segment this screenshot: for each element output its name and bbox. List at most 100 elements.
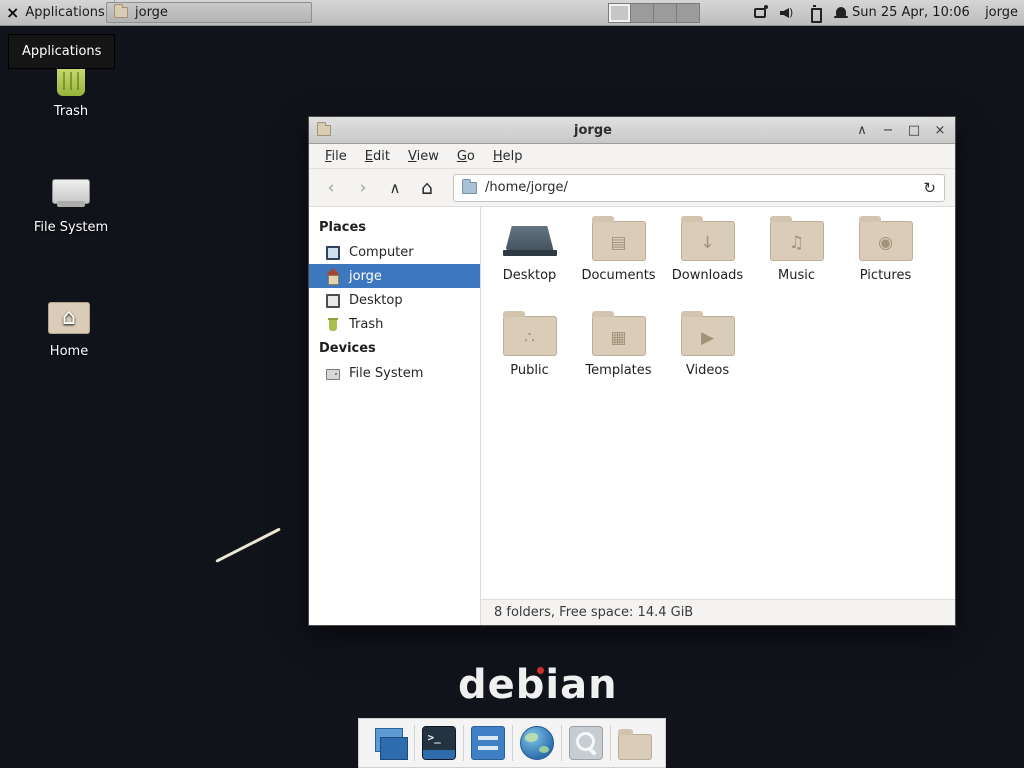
titlebar[interactable]: jorge ∧ − □ × [309, 117, 955, 144]
sidebar-item-label: Desktop [349, 293, 403, 308]
reload-icon[interactable]: ↻ [923, 179, 936, 197]
toolbar: ‹ › ∧ ⌂ /home/jorge/ ↻ [309, 169, 955, 207]
file-item-videos[interactable]: ▶ Videos [663, 316, 752, 411]
file-item-pictures[interactable]: ◉ Pictures [841, 221, 930, 316]
workspace-switcher[interactable] [608, 3, 700, 23]
file-manager-folder-icon [618, 734, 652, 760]
xfce-logo-icon: × [6, 5, 19, 21]
up-button[interactable]: ∧ [383, 175, 407, 201]
menu-help[interactable]: Help [485, 146, 531, 167]
file-label: Templates [574, 363, 663, 378]
folder-icon: ↓ [681, 221, 735, 261]
drive-icon [48, 172, 94, 214]
path-text: /home/jorge/ [485, 180, 568, 195]
sidebar-item-label: jorge [349, 269, 382, 284]
window-manager-icon [373, 726, 407, 760]
sidebar-item-jorge[interactable]: jorge [309, 264, 480, 288]
panel-user-label[interactable]: jorge [985, 0, 1018, 25]
globe-icon [520, 726, 554, 760]
applications-tooltip: Applications [8, 34, 115, 69]
files-pane: Desktop ▤ Documents ↓ Downloads ♫ Music [481, 207, 955, 625]
folder-icon: ▶ [681, 316, 735, 356]
folder-icon: ∴ [503, 316, 557, 356]
camera-emblem-icon: ◉ [859, 224, 913, 261]
sidebar-item-desktop[interactable]: Desktop [309, 288, 480, 312]
file-item-documents[interactable]: ▤ Documents [574, 221, 663, 316]
taskbar-window-label: jorge [135, 5, 168, 20]
video-emblem-icon: ▶ [681, 319, 735, 356]
menu-view[interactable]: View [400, 146, 447, 167]
workspace-2[interactable] [631, 3, 654, 23]
terminal-icon [422, 726, 456, 760]
path-bar[interactable]: /home/jorge/ ↻ [453, 174, 945, 202]
debian-logo: debian [458, 662, 618, 708]
file-item-public[interactable]: ∴ Public [485, 316, 574, 411]
home-button[interactable]: ⌂ [415, 175, 439, 201]
workspace-4[interactable] [677, 3, 700, 23]
top-panel: × Applications jorge Sun 25 Apr, 10:06 j… [0, 0, 1024, 26]
status-text: 8 folders, Free space: 14.4 GiB [494, 605, 693, 620]
folder-icon: ▤ [592, 221, 646, 261]
drive-icon [325, 365, 341, 381]
maximize-button[interactable]: □ [907, 123, 921, 138]
back-button[interactable]: ‹ [319, 175, 343, 201]
panel-preferences-icon [471, 726, 505, 760]
dock-item-window-manager[interactable] [366, 719, 414, 767]
template-emblem-icon: ▦ [592, 319, 646, 356]
devices-header: Devices [309, 336, 480, 361]
home-folder-icon [46, 296, 92, 338]
window-folder-icon [317, 125, 331, 136]
desktop-icon-label: Trash [28, 104, 114, 119]
window-title: jorge [331, 123, 855, 138]
computer-icon [325, 244, 341, 260]
close-button[interactable]: × [933, 123, 947, 138]
dock-item-panel-preferences[interactable] [464, 719, 512, 767]
menu-file[interactable]: File [317, 146, 355, 167]
file-item-desktop[interactable]: Desktop [485, 221, 574, 316]
minimize-button[interactable]: − [881, 123, 895, 138]
file-item-music[interactable]: ♫ Music [752, 221, 841, 316]
debian-logo-red-dot [537, 667, 544, 674]
file-item-downloads[interactable]: ↓ Downloads [663, 221, 752, 316]
file-label: Documents [574, 268, 663, 283]
taskbar-window-button[interactable]: jorge [106, 2, 312, 23]
desktop-icon-file-system[interactable]: File System [28, 172, 114, 235]
menu-edit[interactable]: Edit [357, 146, 398, 167]
download-arrow-icon: ↓ [681, 224, 735, 261]
menu-go[interactable]: Go [449, 146, 483, 167]
share-emblem-icon: ∴ [503, 319, 557, 356]
sidebar-item-computer[interactable]: Computer [309, 240, 480, 264]
path-folder-icon [462, 182, 477, 194]
desktop-icon-home[interactable]: Home [26, 296, 112, 359]
desktop-folder-icon [503, 221, 557, 261]
shade-button[interactable]: ∧ [855, 123, 869, 138]
file-label: Videos [663, 363, 752, 378]
dock-item-application-finder[interactable] [562, 719, 610, 767]
notifications-bell-icon[interactable] [833, 5, 849, 21]
workspace-1[interactable] [608, 3, 631, 23]
trash-icon [325, 316, 341, 332]
magnifier-icon [569, 726, 603, 760]
folder-icon: ▦ [592, 316, 646, 356]
file-manager-window: jorge ∧ − □ × File Edit View Go Help ‹ ›… [308, 116, 956, 626]
file-label: Music [752, 268, 841, 283]
sidebar-item-file-system[interactable]: File System [309, 361, 480, 385]
file-label: Public [485, 363, 574, 378]
document-emblem-icon: ▤ [592, 224, 646, 261]
tablet-icon[interactable] [752, 5, 768, 21]
file-item-templates[interactable]: ▦ Templates [574, 316, 663, 411]
dock-item-file-manager[interactable] [611, 719, 659, 767]
workspace-3[interactable] [654, 3, 677, 23]
dock-item-web-browser[interactable] [513, 719, 561, 767]
sidebar-item-trash[interactable]: Trash [309, 312, 480, 336]
clock[interactable]: Sun 25 Apr, 10:06 [852, 0, 970, 25]
applications-menu-button[interactable]: × Applications [0, 0, 115, 25]
volume-icon[interactable] [779, 5, 795, 21]
bottom-dock [358, 718, 666, 768]
window-controls: ∧ − □ × [855, 123, 947, 138]
sidebar-item-label: Trash [349, 317, 383, 332]
forward-button[interactable]: › [351, 175, 375, 201]
dock-item-terminal[interactable] [415, 719, 463, 767]
status-bar: 8 folders, Free space: 14.4 GiB [481, 599, 955, 625]
battery-icon[interactable] [806, 5, 822, 21]
